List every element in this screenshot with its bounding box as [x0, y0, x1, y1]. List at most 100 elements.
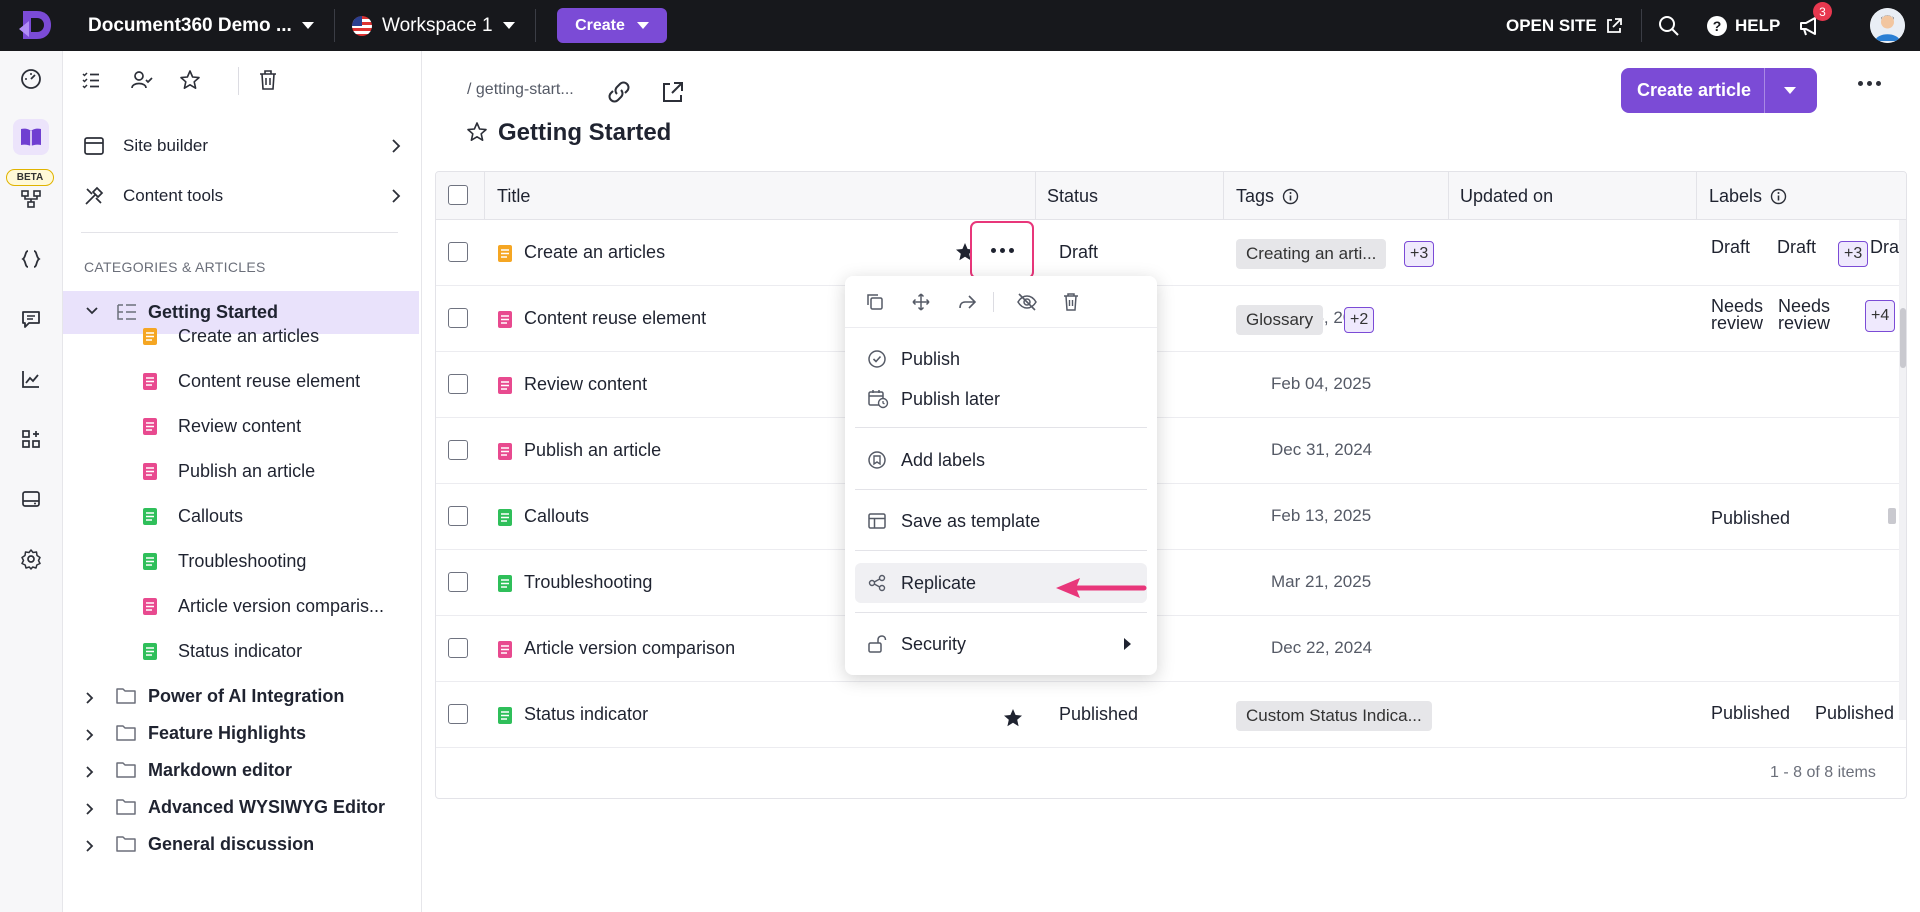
table-scrollbar-thumb[interactable]	[1900, 308, 1906, 368]
select-all-checkbox[interactable]	[448, 185, 468, 205]
tree-article-item[interactable]: Troubleshooting	[63, 539, 419, 584]
column-title[interactable]: Title	[497, 186, 530, 207]
rail-feedback[interactable]	[13, 301, 49, 337]
row-title[interactable]: Create an articles	[524, 242, 665, 263]
row-title[interactable]: Review content	[524, 374, 647, 395]
tree-article-item[interactable]: Review content	[63, 404, 419, 449]
row-checkbox[interactable]	[448, 572, 468, 592]
create-button[interactable]: Create	[557, 8, 667, 43]
label-more-badge[interactable]: +3	[1838, 241, 1869, 267]
info-icon[interactable]	[1770, 188, 1787, 205]
column-tags[interactable]: Tags	[1236, 186, 1299, 207]
duplicate-button[interactable]	[863, 290, 887, 314]
rail-workflow[interactable]	[13, 181, 49, 217]
column-tags-label: Tags	[1236, 186, 1275, 206]
row-checkbox[interactable]	[448, 440, 468, 460]
star-filled-icon[interactable]	[1002, 707, 1024, 729]
site-builder-link[interactable]: Site builder	[81, 126, 411, 166]
menu-item-publish[interactable]: Publish	[855, 339, 1147, 379]
row-checkbox[interactable]	[448, 638, 468, 658]
menu-item-publish-later[interactable]: Publish later	[855, 379, 1147, 419]
breadcrumb[interactable]: / getting-start...	[467, 81, 574, 99]
delete-button[interactable]	[1059, 290, 1083, 314]
menu-item-security[interactable]: Security	[855, 624, 1147, 664]
more-options-icon[interactable]	[1858, 81, 1881, 86]
table-scrollbar[interactable]	[1899, 220, 1906, 720]
article-doc-icon	[498, 575, 512, 592]
chevron-right-icon[interactable]	[85, 691, 95, 705]
user-avatar[interactable]	[1870, 8, 1905, 43]
starred-button[interactable]	[176, 66, 204, 94]
tag-chip[interactable]: Custom Status Indica...	[1236, 701, 1432, 731]
row-checkbox[interactable]	[448, 704, 468, 724]
rail-analytics[interactable]	[13, 361, 49, 397]
chevron-right-icon[interactable]	[85, 728, 95, 742]
project-selector[interactable]: Document360 Demo ...	[88, 0, 314, 51]
table-row[interactable]: Content reuse element Feb 16, 2025	[436, 286, 1906, 352]
column-labels[interactable]: Labels	[1709, 186, 1787, 207]
document360-logo[interactable]	[17, 7, 55, 43]
star-outline-icon[interactable]	[466, 121, 488, 143]
tree-article-item[interactable]: Status indicator	[63, 629, 419, 674]
rail-dashboard[interactable]	[13, 61, 49, 97]
table-row[interactable]: Troubleshooting Mar 21, 2025	[436, 550, 1906, 616]
workspace-selector[interactable]: Workspace 1	[352, 0, 515, 51]
chevron-right-icon[interactable]	[85, 802, 95, 816]
rail-documentation[interactable]	[13, 119, 49, 155]
row-more-actions-button[interactable]	[970, 221, 1034, 279]
rail-integrations[interactable]	[13, 421, 49, 457]
external-link-icon[interactable]	[660, 79, 686, 105]
column-status[interactable]: Status	[1047, 186, 1098, 207]
create-article-button[interactable]: Create article	[1621, 68, 1817, 113]
table-row[interactable]: Article version comparison Dec 22, 2024	[436, 616, 1906, 682]
row-checkbox[interactable]	[448, 506, 468, 526]
chevron-right-icon[interactable]	[85, 839, 95, 853]
column-divider	[1035, 172, 1036, 220]
tag-chip[interactable]: Creating an arti...	[1236, 239, 1387, 269]
table-row[interactable]: Callouts Feb 13, 2025	[436, 484, 1906, 550]
all-articles-button[interactable]	[77, 66, 105, 94]
info-icon[interactable]	[1282, 188, 1299, 205]
rail-settings[interactable]	[13, 541, 49, 577]
rail-drive[interactable]	[13, 481, 49, 517]
move-button[interactable]	[909, 290, 933, 314]
tag-more-badge[interactable]: +2	[1344, 307, 1375, 333]
help-button[interactable]: ? HELP	[1707, 0, 1780, 51]
table-row[interactable]: Create an articles Draft 11 minutes ago	[436, 220, 1906, 286]
tree-category-item[interactable]: General discussion	[63, 822, 419, 867]
link-icon[interactable]	[606, 79, 632, 105]
tag-chip[interactable]: Glossary	[1236, 305, 1324, 335]
tree-article-item[interactable]: Publish an article	[63, 449, 419, 494]
content-tools-link[interactable]: Content tools	[81, 176, 411, 216]
tree-article-item[interactable]: Callouts	[63, 494, 419, 539]
row-title[interactable]: Publish an article	[524, 440, 661, 461]
row-title[interactable]: Article version comparison	[524, 638, 735, 659]
row-title[interactable]: Content reuse element	[524, 308, 706, 329]
tag-more-badge[interactable]: +3	[1404, 241, 1435, 267]
menu-item-save-as-template[interactable]: Save as template	[855, 501, 1147, 541]
row-checkbox[interactable]	[448, 308, 468, 328]
tree-article-item[interactable]: Content reuse element	[63, 359, 419, 404]
row-checkbox[interactable]	[448, 374, 468, 394]
recycle-bin-button[interactable]	[254, 66, 282, 94]
share-button[interactable]	[955, 290, 979, 314]
row-checkbox[interactable]	[448, 242, 468, 262]
open-site-link[interactable]: OPEN SITE	[1506, 0, 1623, 51]
menu-item-add-labels[interactable]: Add labels	[855, 440, 1147, 480]
search-icon[interactable]	[1656, 13, 1682, 39]
tree-article-item[interactable]: Create an articles	[63, 314, 419, 359]
row-title[interactable]: Status indicator	[524, 704, 648, 725]
chevron-right-icon[interactable]	[85, 765, 95, 779]
my-articles-button[interactable]	[128, 66, 156, 94]
rail-api[interactable]	[13, 241, 49, 277]
hide-button[interactable]	[1015, 290, 1039, 314]
row-title[interactable]: Troubleshooting	[524, 572, 652, 593]
chevron-down-icon[interactable]	[1784, 87, 1796, 94]
label-more-badge[interactable]: +4	[1865, 300, 1896, 332]
tree-article-item[interactable]: Article version comparis...	[63, 584, 419, 629]
table-row[interactable]: Publish an article Dec 31, 2024	[436, 418, 1906, 484]
table-row[interactable]: Status indicator Published Apr 09, 2025	[436, 682, 1906, 748]
column-updated[interactable]: Updated on	[1460, 186, 1553, 207]
row-title[interactable]: Callouts	[524, 506, 589, 527]
table-row[interactable]: Review content Feb 04, 2025	[436, 352, 1906, 418]
